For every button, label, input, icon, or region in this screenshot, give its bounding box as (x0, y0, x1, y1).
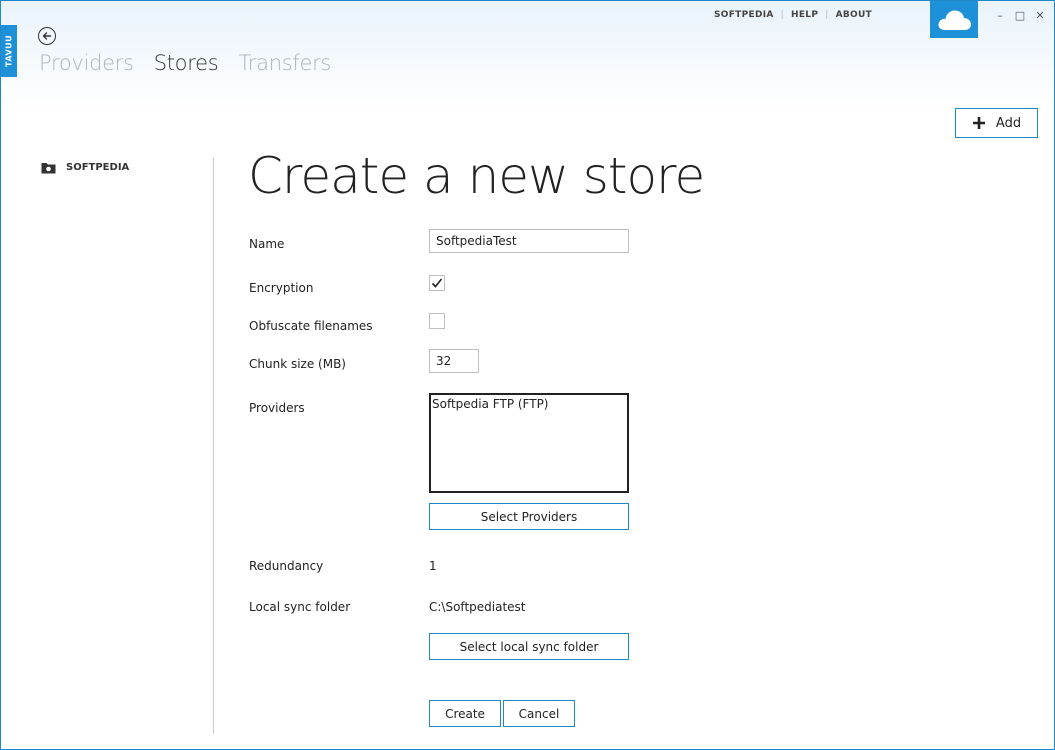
sync-folder-label: Local sync folder (249, 600, 351, 614)
cloud-tile[interactable] (930, 1, 978, 38)
redundancy-label: Redundancy (249, 559, 324, 573)
brand-tab: TAVUU (1, 25, 17, 77)
toplink-separator: | (780, 10, 784, 20)
app-window: TAVUU SOFTPEDIA | HELP | ABOUT – □ ✕ Pro… (0, 0, 1055, 750)
sidebar-divider (213, 158, 214, 734)
add-button-label: Add (995, 115, 1022, 131)
redundancy-value: 1 (429, 559, 437, 573)
sync-folder-value: C:\Softpediatest (429, 600, 526, 614)
checkmark-icon (431, 278, 443, 288)
encryption-checkbox[interactable] (429, 275, 445, 291)
toplink-softpedia[interactable]: SOFTPEDIA (714, 10, 774, 20)
close-button[interactable]: ✕ (1034, 9, 1046, 22)
toplink-help[interactable]: HELP (791, 10, 818, 20)
tab-providers[interactable]: Providers (39, 51, 134, 75)
cloud-icon (938, 10, 971, 30)
create-button[interactable]: Create (429, 700, 501, 727)
window-controls: – □ ✕ (994, 9, 1046, 22)
page-title: Create a new store (248, 147, 705, 205)
maximize-button[interactable]: □ (1014, 9, 1026, 22)
chunk-size-input[interactable] (429, 349, 479, 373)
sidebar-item-softpedia[interactable]: SOFTPEDIA (41, 161, 129, 174)
providers-label: Providers (249, 401, 305, 415)
minimize-button[interactable]: – (994, 9, 1006, 22)
store-folder-icon (41, 163, 56, 174)
list-item[interactable]: Softpedia FTP (FTP) (432, 397, 626, 411)
cancel-button[interactable]: Cancel (503, 700, 575, 727)
name-input[interactable] (429, 229, 629, 253)
providers-listbox[interactable]: Softpedia FTP (FTP) (429, 393, 629, 493)
obfuscate-checkbox[interactable] (429, 313, 445, 329)
add-button[interactable]: Add (955, 108, 1038, 138)
name-label: Name (249, 237, 285, 251)
sidebar-item-label: SOFTPEDIA (66, 162, 130, 173)
toplink-separator: | (825, 10, 829, 20)
plus-icon (972, 117, 985, 129)
obfuscate-label: Obfuscate filenames (249, 319, 373, 333)
tab-stores[interactable]: Stores (154, 51, 219, 75)
top-links: SOFTPEDIA | HELP | ABOUT (714, 10, 872, 20)
select-providers-button[interactable]: Select Providers (429, 503, 629, 530)
arrow-left-icon (42, 32, 52, 40)
back-button[interactable] (38, 27, 56, 45)
tab-transfers[interactable]: Transfers (238, 51, 331, 75)
select-sync-folder-button[interactable]: Select local sync folder (429, 633, 629, 660)
main-nav: Providers Stores Transfers (39, 51, 331, 75)
toplink-about[interactable]: ABOUT (836, 10, 872, 20)
chunk-size-label: Chunk size (MB) (249, 357, 346, 371)
encryption-label: Encryption (249, 281, 314, 295)
